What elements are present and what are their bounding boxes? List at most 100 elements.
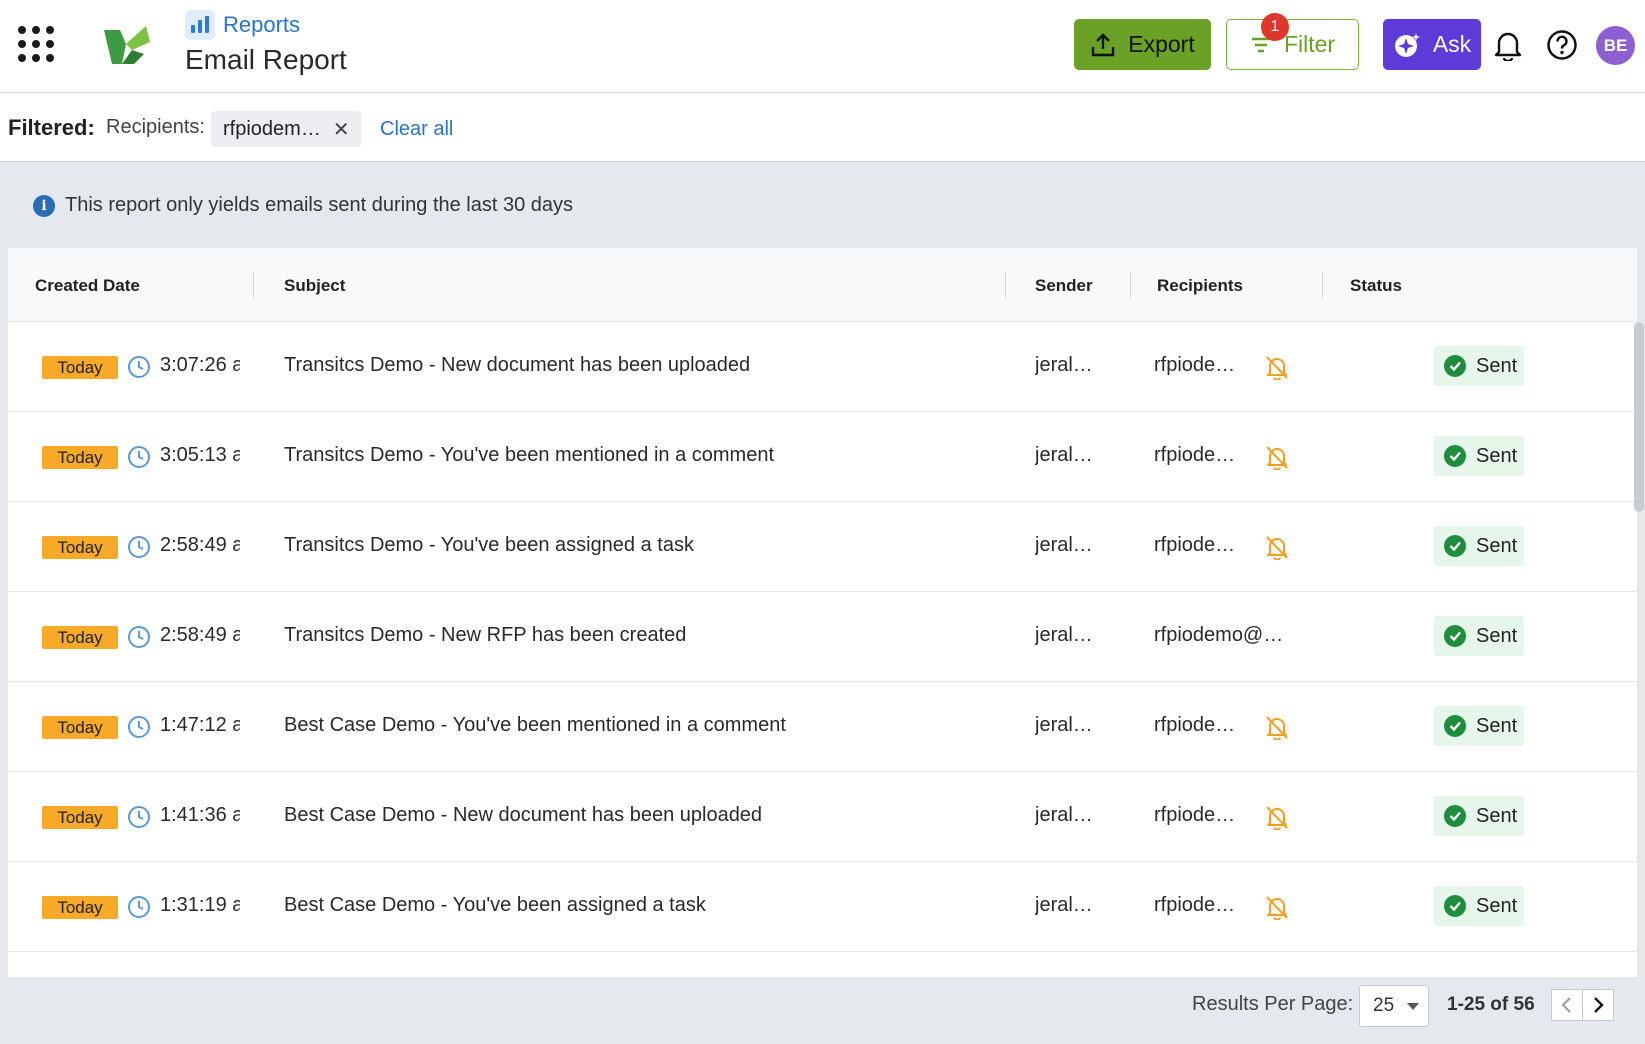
status-badge: Sent bbox=[1434, 436, 1524, 476]
date-badge: Today bbox=[42, 896, 118, 919]
app-launcher-icon[interactable] bbox=[18, 26, 58, 66]
reports-icon bbox=[185, 10, 215, 40]
notification-off-icon[interactable] bbox=[1264, 534, 1290, 560]
ask-button[interactable]: Ask bbox=[1383, 19, 1481, 70]
table-row[interactable]: Today 2:58:49 a Transitcs Demo - New RFP h… bbox=[8, 592, 1637, 682]
export-button[interactable]: Export bbox=[1074, 19, 1211, 70]
info-text: This report only yields emails sent duri… bbox=[65, 194, 574, 216]
column-header-created-date[interactable]: Created Date bbox=[35, 276, 140, 296]
breadcrumb-reports[interactable]: Reports bbox=[223, 12, 300, 38]
email-subject[interactable]: Transitcs Demo - New document has been u… bbox=[284, 354, 1004, 377]
column-header-sender[interactable]: Sender bbox=[1035, 276, 1093, 296]
chevron-left-icon bbox=[1561, 997, 1571, 1013]
status-label: Sent bbox=[1476, 804, 1518, 827]
check-circle-icon bbox=[1444, 355, 1466, 377]
email-sender: jeral… bbox=[1035, 894, 1093, 916]
email-subject[interactable]: Best Case Demo - New document has been u… bbox=[284, 804, 1004, 827]
filtered-label: Filtered: bbox=[8, 115, 95, 140]
column-divider bbox=[253, 272, 254, 298]
date-badge: Today bbox=[42, 716, 118, 739]
clear-all-link[interactable]: Clear all bbox=[380, 118, 453, 141]
status-label: Sent bbox=[1476, 624, 1518, 647]
column-header-recipients[interactable]: Recipients bbox=[1157, 276, 1243, 296]
created-time: 2:58:49 a bbox=[160, 624, 240, 646]
status-label: Sent bbox=[1476, 444, 1518, 467]
date-badge: Today bbox=[42, 536, 118, 559]
notifications-bell-icon[interactable] bbox=[1491, 28, 1525, 62]
check-circle-icon bbox=[1444, 445, 1466, 467]
created-time: 1:47:12 a bbox=[160, 714, 240, 736]
company-logo bbox=[104, 26, 150, 64]
clock-icon bbox=[128, 806, 150, 828]
check-circle-icon bbox=[1444, 625, 1466, 647]
recipients-filter-chip[interactable]: rfpiodem… ✕ bbox=[211, 111, 361, 147]
email-subject[interactable]: Best Case Demo - You've been mentioned i… bbox=[284, 714, 1004, 737]
notification-off-icon[interactable] bbox=[1264, 894, 1290, 920]
notification-off-icon[interactable] bbox=[1264, 444, 1290, 470]
table-row[interactable]: Today 2:58:49 a Transitcs Demo - You've be… bbox=[8, 502, 1637, 592]
notification-off-icon[interactable] bbox=[1264, 804, 1290, 830]
clock-icon bbox=[128, 716, 150, 738]
table-row[interactable]: Today 1:31:19 a Best Case Demo - You've be… bbox=[8, 862, 1637, 952]
status-badge: Sent bbox=[1434, 526, 1524, 566]
filter-count-badge: 1 bbox=[1261, 13, 1289, 41]
email-sender: jeral… bbox=[1035, 624, 1093, 646]
table-header: Created Date Subject Sender Recipients S… bbox=[8, 248, 1637, 322]
created-time: 3:07:26 a bbox=[160, 354, 240, 376]
email-sender: jeral… bbox=[1035, 714, 1093, 736]
user-avatar[interactable]: BE bbox=[1596, 26, 1635, 65]
clock-icon bbox=[128, 356, 150, 378]
filter-button[interactable]: Filter 1 bbox=[1226, 13, 1359, 70]
chevron-down-icon bbox=[1407, 1003, 1419, 1010]
remove-filter-icon[interactable]: ✕ bbox=[333, 117, 350, 142]
status-badge: Sent bbox=[1434, 616, 1524, 656]
email-subject[interactable]: Best Case Demo - You've been assigned a … bbox=[284, 894, 1004, 917]
notification-off-icon[interactable] bbox=[1264, 714, 1290, 740]
status-badge: Sent bbox=[1434, 346, 1524, 386]
results-per-page-select[interactable]: 25 bbox=[1359, 985, 1429, 1027]
check-circle-icon bbox=[1444, 895, 1466, 917]
chip-value: rfpiodem… bbox=[223, 117, 321, 140]
status-label: Sent bbox=[1476, 354, 1518, 377]
status-badge: Sent bbox=[1434, 706, 1524, 746]
clock-icon bbox=[128, 626, 150, 648]
next-page-button[interactable] bbox=[1582, 989, 1614, 1021]
previous-page-button[interactable] bbox=[1551, 989, 1583, 1021]
date-badge: Today bbox=[42, 356, 118, 379]
check-circle-icon bbox=[1444, 805, 1466, 827]
upload-icon bbox=[1092, 32, 1115, 56]
column-divider bbox=[1005, 272, 1006, 298]
clock-icon bbox=[128, 446, 150, 468]
clock-icon bbox=[128, 896, 150, 918]
breadcrumb[interactable]: Reports bbox=[185, 10, 300, 40]
column-divider bbox=[1130, 272, 1131, 298]
status-label: Sent bbox=[1476, 894, 1518, 917]
clock-icon bbox=[128, 536, 150, 558]
email-subject[interactable]: Transitcs Demo - You've been mentioned i… bbox=[284, 444, 1004, 467]
date-badge: Today bbox=[42, 806, 118, 829]
table-row[interactable]: Today 3:05:13 a Transitcs Demo - You've be… bbox=[8, 412, 1637, 502]
status-badge: Sent bbox=[1434, 796, 1524, 836]
chevron-right-icon bbox=[1594, 997, 1604, 1013]
column-header-subject[interactable]: Subject bbox=[284, 276, 345, 296]
help-icon[interactable] bbox=[1545, 28, 1579, 62]
email-sender: jeral… bbox=[1035, 534, 1093, 556]
check-circle-icon bbox=[1444, 715, 1466, 737]
ask-label: Ask bbox=[1432, 31, 1472, 57]
info-icon: i bbox=[33, 194, 55, 217]
notification-off-icon[interactable] bbox=[1264, 354, 1290, 380]
table-scrollbar[interactable] bbox=[1634, 322, 1644, 512]
column-divider bbox=[1322, 272, 1323, 298]
created-time: 1:31:19 a bbox=[160, 894, 240, 916]
date-badge: Today bbox=[42, 626, 118, 649]
date-badge: Today bbox=[42, 446, 118, 469]
email-subject[interactable]: Transitcs Demo - You've been assigned a … bbox=[284, 534, 1004, 557]
table-row[interactable]: Today 3:07:26 a Transitcs Demo - New docum… bbox=[8, 322, 1637, 412]
column-header-status[interactable]: Status bbox=[1350, 276, 1402, 296]
table-row[interactable]: Today 1:41:36 a Best Case Demo - New docum… bbox=[8, 772, 1637, 862]
table-row[interactable]: Today 1:47:12 a Best Case Demo - You've be… bbox=[8, 682, 1637, 772]
email-sender: jeral… bbox=[1035, 804, 1093, 826]
email-subject[interactable]: Transitcs Demo - New RFP has been create… bbox=[284, 624, 1004, 647]
ai-sparkle-icon bbox=[1394, 32, 1420, 57]
filter-label: Filter bbox=[1283, 31, 1336, 57]
